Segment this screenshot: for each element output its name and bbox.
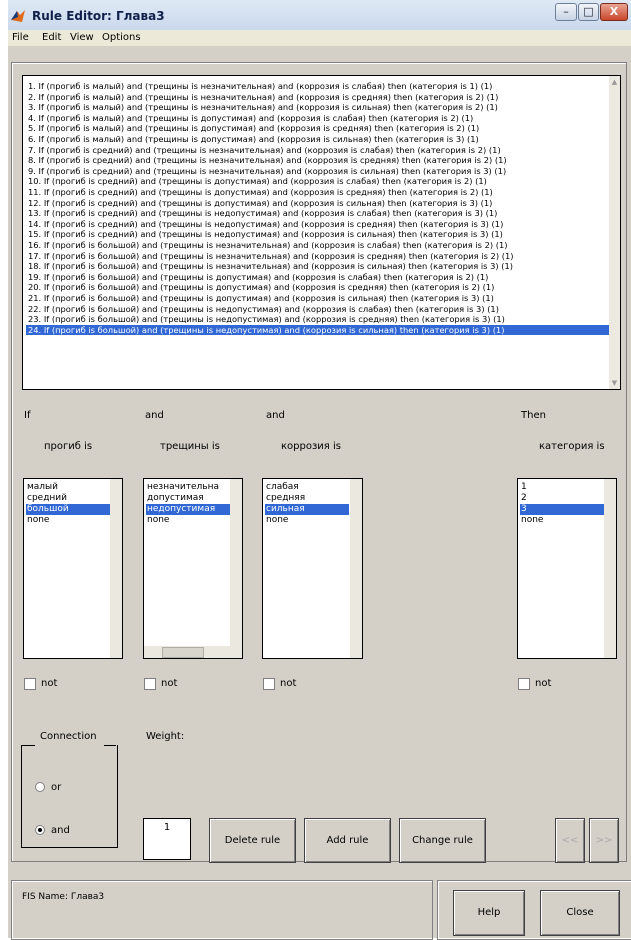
- rule-item[interactable]: 23. If (прогиб is большой) and (трещины …: [28, 314, 608, 325]
- change-rule-button[interactable]: Change rule: [399, 818, 486, 863]
- list-item[interactable]: 2: [521, 493, 527, 504]
- if-label: If: [24, 410, 31, 421]
- menu-view[interactable]: View: [70, 32, 94, 43]
- connection-title: Connection: [40, 731, 97, 742]
- list-item-selected[interactable]: большой: [26, 504, 110, 515]
- window-title: Rule Editor: Глава3: [32, 9, 165, 23]
- list-item[interactable]: допустимая: [147, 493, 204, 504]
- rule-item[interactable]: 17. If (прогиб is большой) and (трещины …: [28, 251, 608, 262]
- rule-item[interactable]: 14. If (прогиб is средний) and (трещины …: [28, 219, 608, 230]
- list-item-selected[interactable]: недопустимая: [146, 504, 230, 515]
- rule-item[interactable]: 15. If (прогиб is средний) and (трещины …: [28, 229, 608, 240]
- rule-item[interactable]: 6. If (прогиб is малый) and (трещины is …: [28, 134, 608, 145]
- listbox-scrollbar[interactable]: [350, 479, 362, 658]
- rule-item[interactable]: 4. If (прогиб is малый) and (трещины is …: [28, 113, 608, 124]
- menu-edit[interactable]: Edit: [42, 32, 61, 43]
- list-item[interactable]: 1: [521, 482, 527, 493]
- maximize-button[interactable]: □: [578, 3, 599, 21]
- not-checkbox-3[interactable]: [263, 678, 275, 690]
- menu-options[interactable]: Options: [102, 32, 141, 43]
- input2-listbox[interactable]: незначительна допустимая недопустимая no…: [143, 478, 243, 659]
- rule-item[interactable]: 24. If (прогиб is большой) and (трещины …: [26, 324, 610, 336]
- input2-label: трещины is: [160, 441, 220, 452]
- input1-label: прогиб is: [44, 441, 93, 452]
- next-button[interactable]: >>: [589, 818, 619, 863]
- scroll-thumb[interactable]: [162, 647, 204, 658]
- rule-item[interactable]: 22. If (прогиб is большой) and (трещины …: [28, 304, 608, 315]
- rule-item[interactable]: 9. If (прогиб is средний) and (трещины i…: [28, 166, 608, 177]
- rule-item[interactable]: 16. If (прогиб is большой) and (трещины …: [28, 240, 608, 251]
- rules-scrollbar[interactable]: ▲ ▼: [609, 76, 620, 389]
- status-panel: [11, 880, 433, 940]
- weight-label: Weight:: [146, 731, 185, 742]
- delete-rule-button[interactable]: Delete rule: [209, 818, 296, 863]
- minimize-button[interactable]: –: [555, 3, 577, 21]
- listbox-scrollbar[interactable]: [604, 479, 616, 658]
- group-border: [21, 745, 35, 746]
- list-item-selected[interactable]: 3: [520, 504, 604, 515]
- close-button[interactable]: Close: [540, 890, 620, 936]
- and-radio[interactable]: [35, 825, 45, 835]
- not-checkbox-1[interactable]: [24, 678, 36, 690]
- list-item[interactable]: none: [147, 515, 169, 526]
- scroll-down-icon[interactable]: ▼: [609, 379, 620, 387]
- rule-item[interactable]: 7. If (прогиб is средний) and (трещины i…: [28, 145, 608, 156]
- rule-item[interactable]: 8. If (прогиб is средний) and (трещины i…: [28, 155, 608, 166]
- output-label: категория is: [539, 441, 605, 452]
- rule-item[interactable]: 13. If (прогиб is средний) and (трещины …: [28, 208, 608, 219]
- list-item[interactable]: средняя: [266, 493, 305, 504]
- not-checkbox-output[interactable]: [518, 678, 530, 690]
- input3-label: коррозия is: [281, 441, 341, 452]
- add-rule-button[interactable]: Add rule: [304, 818, 391, 863]
- rule-item[interactable]: 12. If (прогиб is средний) and (трещины …: [28, 198, 608, 209]
- list-item[interactable]: none: [27, 515, 49, 526]
- rule-item[interactable]: 11. If (прогиб is средний) and (трещины …: [28, 187, 608, 198]
- not-label-3: not: [280, 678, 297, 689]
- or-radio[interactable]: [35, 782, 45, 792]
- and-label-1: and: [145, 410, 164, 421]
- not-label-2: not: [161, 678, 178, 689]
- rules-listbox[interactable]: 1. If (прогиб is малый) and (трещины is …: [22, 75, 621, 390]
- listbox-scrollbar[interactable]: [230, 479, 242, 646]
- list-item[interactable]: незначительна: [147, 482, 219, 493]
- rule-item[interactable]: 19. If (прогиб is большой) and (трещины …: [28, 272, 608, 283]
- rule-item[interactable]: 1. If (прогиб is малый) and (трещины is …: [28, 81, 608, 92]
- list-item[interactable]: none: [266, 515, 288, 526]
- rule-item[interactable]: 18. If (прогиб is большой) and (трещины …: [28, 261, 608, 272]
- help-button[interactable]: Help: [453, 890, 525, 936]
- input1-listbox[interactable]: малый средний большой none: [23, 478, 123, 659]
- rule-item[interactable]: 5. If (прогиб is малый) and (трещины is …: [28, 123, 608, 134]
- weight-input[interactable]: 1: [143, 818, 191, 860]
- fis-name-label: FIS Name: Глава3: [22, 892, 105, 902]
- rule-item[interactable]: 3. If (прогиб is малый) and (трещины is …: [28, 102, 608, 113]
- list-item[interactable]: малый: [27, 482, 58, 493]
- then-label: Then: [521, 410, 546, 421]
- matlab-icon: [10, 8, 26, 24]
- output-listbox[interactable]: 1 2 3 none: [517, 478, 617, 659]
- scroll-up-icon[interactable]: ▲: [609, 78, 620, 86]
- rule-item[interactable]: 20. If (прогиб is большой) and (трещины …: [28, 282, 608, 293]
- rule-item[interactable]: 10. If (прогиб is средний) and (трещины …: [28, 176, 608, 187]
- input3-listbox[interactable]: слабая средняя сильная none: [262, 478, 363, 659]
- close-window-button[interactable]: X: [600, 3, 628, 21]
- list-item[interactable]: средний: [27, 493, 67, 504]
- not-label-1: not: [41, 678, 58, 689]
- listbox-scrollbar[interactable]: [110, 479, 122, 658]
- not-label-output: not: [535, 678, 552, 689]
- menu-file[interactable]: File: [12, 32, 29, 43]
- and-radio-label: and: [51, 825, 70, 836]
- list-item[interactable]: слабая: [266, 482, 299, 493]
- list-item[interactable]: none: [521, 515, 543, 526]
- group-border: [104, 745, 116, 746]
- rule-item[interactable]: 2. If (прогиб is малый) and (трещины is …: [28, 92, 608, 103]
- or-label: or: [51, 782, 62, 793]
- prev-button[interactable]: <<: [555, 818, 585, 863]
- rule-item[interactable]: 21. If (прогиб is большой) and (трещины …: [28, 293, 608, 304]
- list-item-selected[interactable]: сильная: [265, 504, 349, 515]
- and-label-2: and: [266, 410, 285, 421]
- not-checkbox-2[interactable]: [144, 678, 156, 690]
- horizontal-scrollbar[interactable]: [144, 646, 242, 658]
